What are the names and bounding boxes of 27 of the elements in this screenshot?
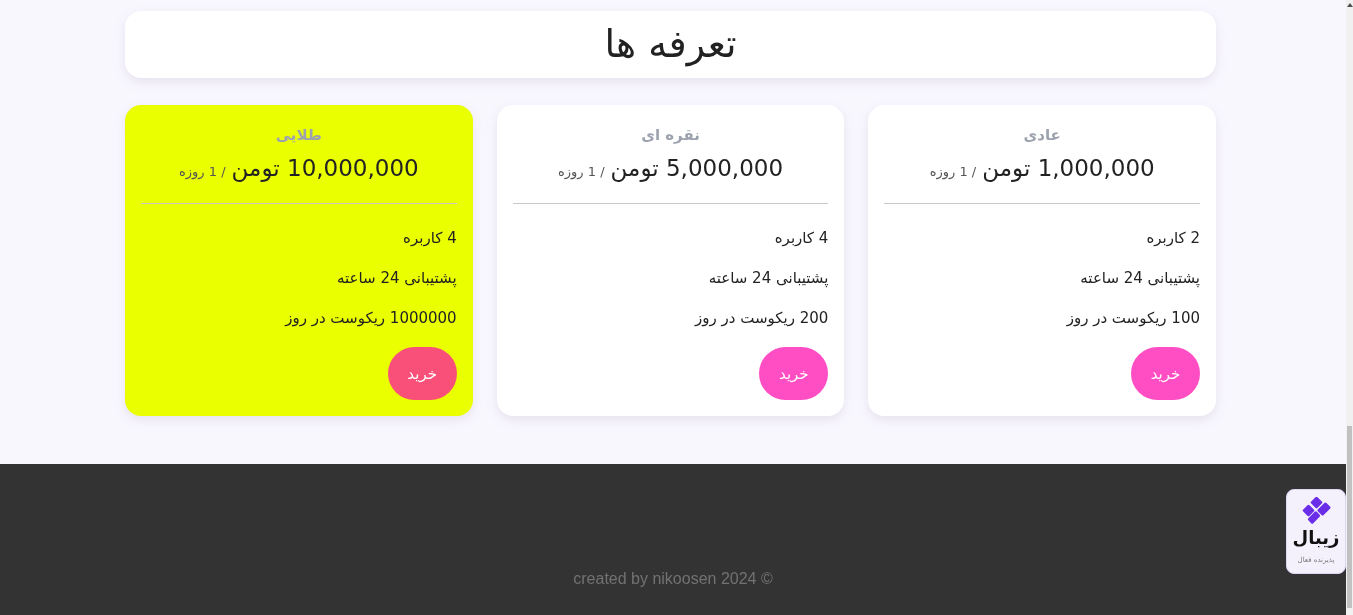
plan-feature: 1000000 ریکوست در روز	[283, 308, 457, 329]
page-title: تعرفه ها	[604, 21, 737, 68]
plan-feature: 4 کاربره	[773, 228, 829, 249]
plan-price: 10,000,000 تومن	[231, 154, 419, 183]
logo-text: زیبال	[1292, 527, 1340, 549]
plan-period: / 1 روزه	[557, 164, 605, 179]
plan-name: نقره ای	[640, 125, 701, 145]
scrollbar-track[interactable]	[1346, 0, 1353, 615]
buy-button[interactable]: خرید	[387, 347, 457, 400]
scroll-up-arrow-icon[interactable]	[1346, 3, 1353, 7]
scrollbar-thumb[interactable]	[1347, 426, 1352, 608]
plan-feature: 2 کاربره	[1145, 228, 1200, 249]
plan-feature: پشتیبانی 24 ساعته	[1079, 268, 1200, 289]
plan-name: عادی	[1022, 125, 1062, 145]
plan-feature: 200 ریکوست در روز	[693, 308, 829, 329]
plan-name: طلایی	[274, 125, 323, 145]
plan-price: 5,000,000 تومن	[610, 154, 784, 183]
buy-button[interactable]: خرید	[1131, 347, 1200, 400]
buy-button[interactable]: خرید	[759, 347, 829, 400]
plan-feature: پشتیبانی 24 ساعته	[336, 268, 457, 289]
plan-feature: پشتیبانی 24 ساعته	[707, 268, 829, 289]
plan-period: / 1 روزه	[929, 164, 977, 179]
plan-feature: 4 کاربره	[402, 228, 457, 249]
plan-price: 1,000,000 تومن	[982, 154, 1155, 183]
plan-feature: 100 ریکوست در روز	[1065, 308, 1200, 329]
plan-period: / 1 روزه	[179, 164, 226, 179]
footer-text: created by nikoosen 2024 ©	[573, 569, 773, 589]
